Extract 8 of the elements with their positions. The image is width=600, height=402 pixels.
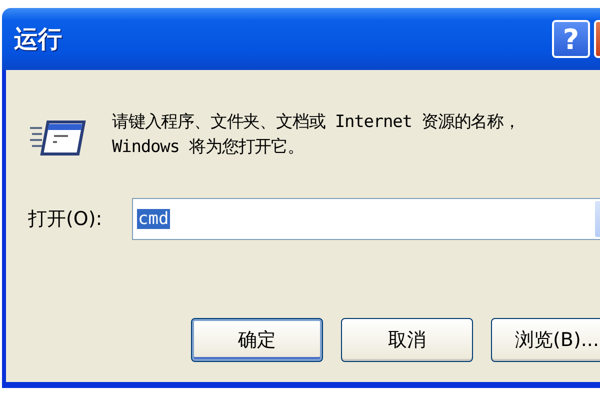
dialog-button[interactable]: 取消 xyxy=(341,318,473,362)
help-button[interactable]: ? xyxy=(552,20,590,58)
window-title: 运行 xyxy=(13,24,63,55)
dialog-button[interactable]: 浏览(B)... xyxy=(491,318,600,362)
open-combo-box[interactable]: cmd xyxy=(132,198,600,240)
open-label: 打开(O): xyxy=(28,207,104,232)
prompt-text: 请键入程序、文件夹、文档或 Internet 资源的名称，Windows 将为您打开它。 xyxy=(112,111,521,159)
dialog-button[interactable]: 确定 xyxy=(191,318,323,362)
